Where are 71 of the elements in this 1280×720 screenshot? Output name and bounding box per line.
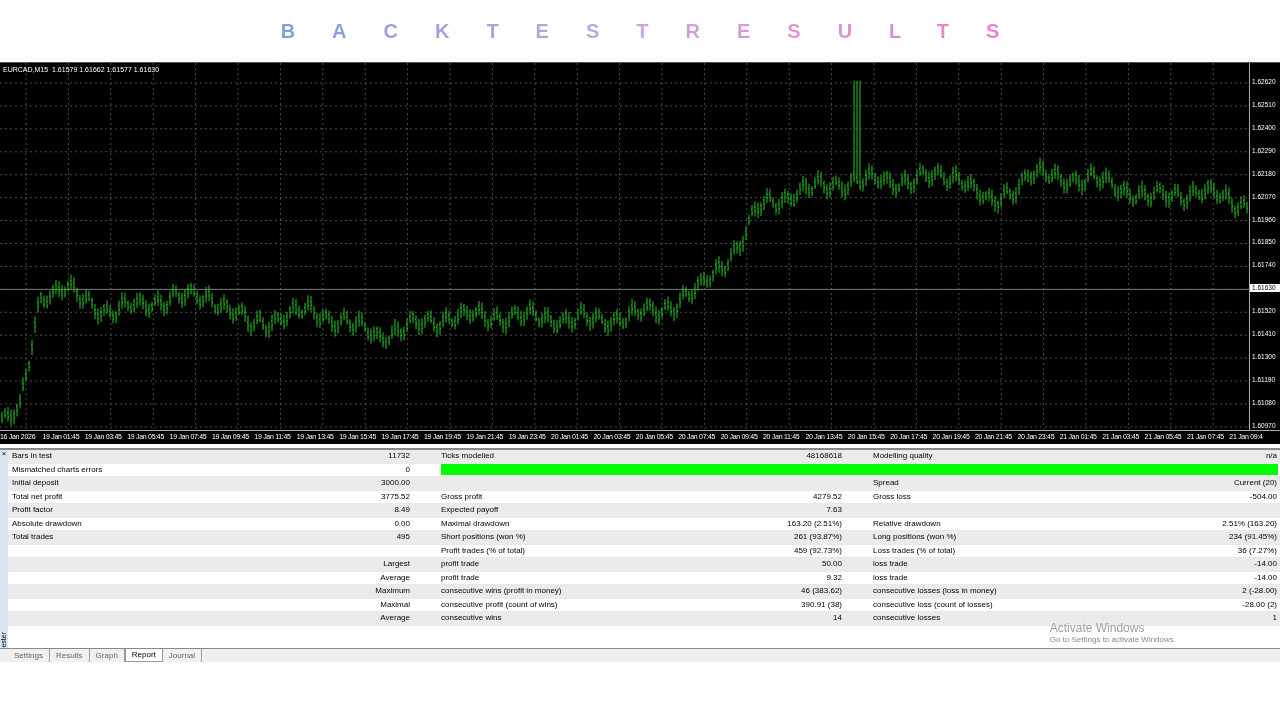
stat-value: 0	[405, 464, 410, 474]
stat-value: 1	[1272, 613, 1277, 623]
stat-value: 36 (7.27%)	[1237, 545, 1277, 555]
stat-value: n/a	[1265, 451, 1277, 461]
stat-label: Mismatched charts errors	[12, 464, 103, 474]
stat-value: 390.91 (38)	[801, 599, 842, 609]
stat-value: 7.63	[826, 505, 842, 515]
stat-value: 9.32	[826, 572, 842, 582]
stat-value: 14	[833, 613, 842, 623]
stat-value: 46 (383.62)	[801, 586, 842, 596]
stat-label: Ticks modelled	[441, 451, 495, 461]
stat-label: Long positions (won %)	[873, 532, 957, 542]
stat-label: Total net profit	[12, 491, 63, 501]
stat-value: 261 (93.87%)	[793, 532, 842, 542]
stat-label: Total trades	[12, 532, 54, 542]
stat-label: Absolute drawdown	[12, 518, 82, 528]
stat-label: consecutive profit (count of wins)	[441, 599, 558, 609]
stat-value: Maximal	[380, 599, 410, 609]
stat-value: 4279.52	[813, 491, 842, 501]
stat-value: 163.20 (2.51%)	[787, 518, 842, 528]
stat-label: profit trade	[441, 559, 480, 569]
stat-label: loss trade	[873, 572, 908, 582]
stat-value: 495	[396, 532, 410, 542]
stat-value: -14.00	[1254, 559, 1277, 569]
stat-value: Average	[380, 613, 410, 623]
activation-notice: Activate Windows	[1049, 621, 1146, 635]
stat-label: Loss trades (% of total)	[873, 545, 956, 555]
stat-label: Spread	[873, 478, 899, 488]
activation-hint: Go to Settings to activate Windows.	[1049, 635, 1176, 645]
stat-value: 8.49	[394, 505, 410, 515]
stat-label: loss trade	[873, 559, 908, 569]
stat-label: consecutive losses	[873, 613, 941, 623]
close-icon[interactable]: ×	[1, 450, 7, 458]
stat-label: consecutive wins	[441, 613, 502, 623]
stat-label: profit trade	[441, 572, 480, 582]
stat-label: Gross profit	[441, 491, 483, 501]
stat-value: 0.00	[394, 518, 410, 528]
stat-value: 48168618	[806, 451, 842, 461]
stat-label: Maximal drawdown	[441, 518, 510, 528]
stat-value: 2 (-28.00)	[1242, 586, 1277, 596]
stat-value: 50.00	[821, 559, 842, 569]
stat-value: 3000.00	[381, 478, 410, 488]
stat-label: Expected payoff	[441, 505, 499, 515]
stat-value: Maximum	[375, 586, 410, 596]
stat-label: Relative drawdown	[873, 518, 941, 528]
stat-value: 11732	[388, 451, 410, 461]
tab[interactable]: Report	[124, 649, 163, 662]
stat-label: Profit factor	[12, 505, 53, 515]
stat-label: Initial deposit	[12, 478, 59, 488]
stat-value: 2.51% (163.20)	[1222, 518, 1277, 528]
tab[interactable]: Journal	[162, 649, 203, 662]
stat-value: 234 (91.45%)	[1228, 532, 1277, 542]
stat-value: 459 (92.73%)	[793, 545, 842, 555]
stat-value: Current (20)	[1233, 478, 1277, 488]
stat-value: 3775.52	[381, 491, 410, 501]
stat-label: Short positions (won %)	[441, 532, 526, 542]
tab[interactable]: Settings	[8, 649, 50, 662]
stat-value: Average	[380, 572, 410, 582]
stat-value: Largest	[383, 559, 410, 569]
stat-label: consecutive losses (loss in money)	[873, 586, 997, 596]
stat-label: Modelling quality	[873, 451, 933, 461]
tab[interactable]: Results	[49, 649, 90, 662]
stat-value: -504.00	[1249, 491, 1277, 501]
stat-label: Profit trades (% of total)	[441, 545, 526, 555]
stat-label: Bars in test	[12, 451, 52, 461]
stat-label: Gross loss	[873, 491, 911, 501]
stat-label: consecutive wins (profit in money)	[441, 586, 562, 596]
tab[interactable]: Graph	[89, 649, 125, 662]
stat-value: -14.00	[1254, 572, 1277, 582]
stat-label: consecutive loss (count of losses)	[873, 599, 993, 609]
stat-value: -28.00 (2)	[1242, 599, 1277, 609]
